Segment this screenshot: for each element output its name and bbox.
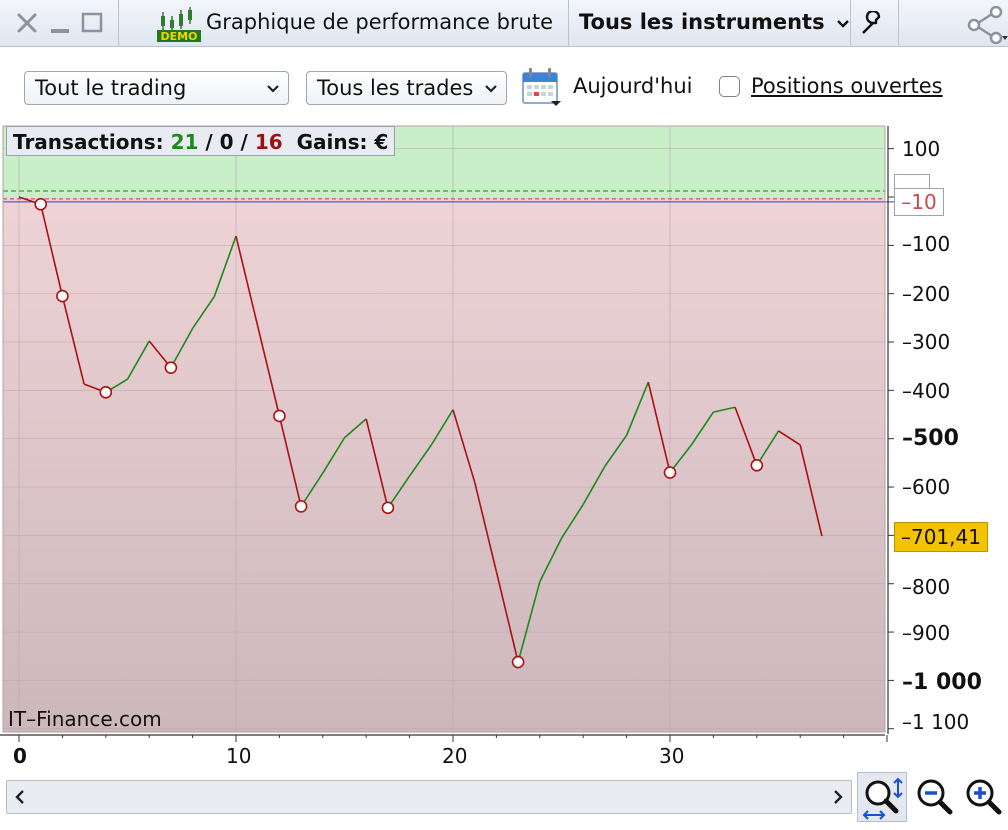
- transactions-summary: Transactions: 21 / 0 / 16 Gains: €: [6, 126, 396, 156]
- y-tick-label: –400: [902, 379, 951, 403]
- y-tick-label: –1 100: [902, 710, 970, 734]
- y-tick-label: –200: [902, 282, 951, 306]
- y-tick-label: –1 000: [902, 670, 982, 695]
- data-point: [273, 409, 286, 423]
- data-point: [34, 197, 48, 211]
- gains-label: Gains: €: [296, 130, 389, 154]
- winning-trades-count: 21: [170, 130, 199, 154]
- x-tick-label: 10: [226, 744, 252, 768]
- auto-zoom-icon: [862, 777, 903, 820]
- navigation-bar: [0, 770, 1008, 830]
- data-point: [56, 289, 69, 303]
- performance-chart[interactable]: [0, 0, 1008, 770]
- data-point: [663, 466, 677, 479]
- y-tick-label: –300: [902, 330, 951, 354]
- neutral-trades-count: 0: [219, 130, 234, 154]
- scroll-right-icon[interactable]: [832, 788, 844, 806]
- scroll-left-icon[interactable]: [14, 788, 26, 806]
- y-tick-label: –800: [902, 575, 951, 599]
- data-point: [750, 458, 764, 472]
- data-point: [381, 501, 395, 515]
- reference-badge-tab: [894, 174, 930, 188]
- count-separator: /: [233, 130, 255, 154]
- reference-value-badge: –10: [894, 188, 944, 216]
- y-tick-label: 100: [902, 137, 941, 161]
- x-tick-label: 20: [442, 744, 468, 768]
- y-tick-label: –100: [902, 232, 951, 256]
- y-tick-label: –500: [902, 426, 959, 451]
- data-point: [511, 655, 525, 669]
- zoom-in-icon[interactable]: [963, 776, 1005, 820]
- losing-trades-count: 16: [254, 130, 283, 154]
- y-tick-label: –900: [902, 621, 951, 645]
- zoom-out-icon[interactable]: [914, 776, 956, 820]
- count-separator: /: [198, 130, 220, 154]
- watermark: IT–Finance.com: [8, 707, 162, 731]
- transactions-label: Transactions:: [13, 130, 164, 154]
- auto-zoom-button[interactable]: [857, 772, 907, 822]
- horizontal-scrollbar[interactable]: [6, 780, 852, 814]
- data-point: [164, 361, 178, 374]
- last-value-badge: –701,41: [894, 522, 988, 552]
- data-point: [294, 500, 308, 513]
- x-tick-label: 30: [659, 744, 685, 768]
- x-tick-label: 0: [13, 744, 27, 768]
- y-tick-label: –600: [902, 475, 951, 499]
- data-point: [99, 385, 113, 399]
